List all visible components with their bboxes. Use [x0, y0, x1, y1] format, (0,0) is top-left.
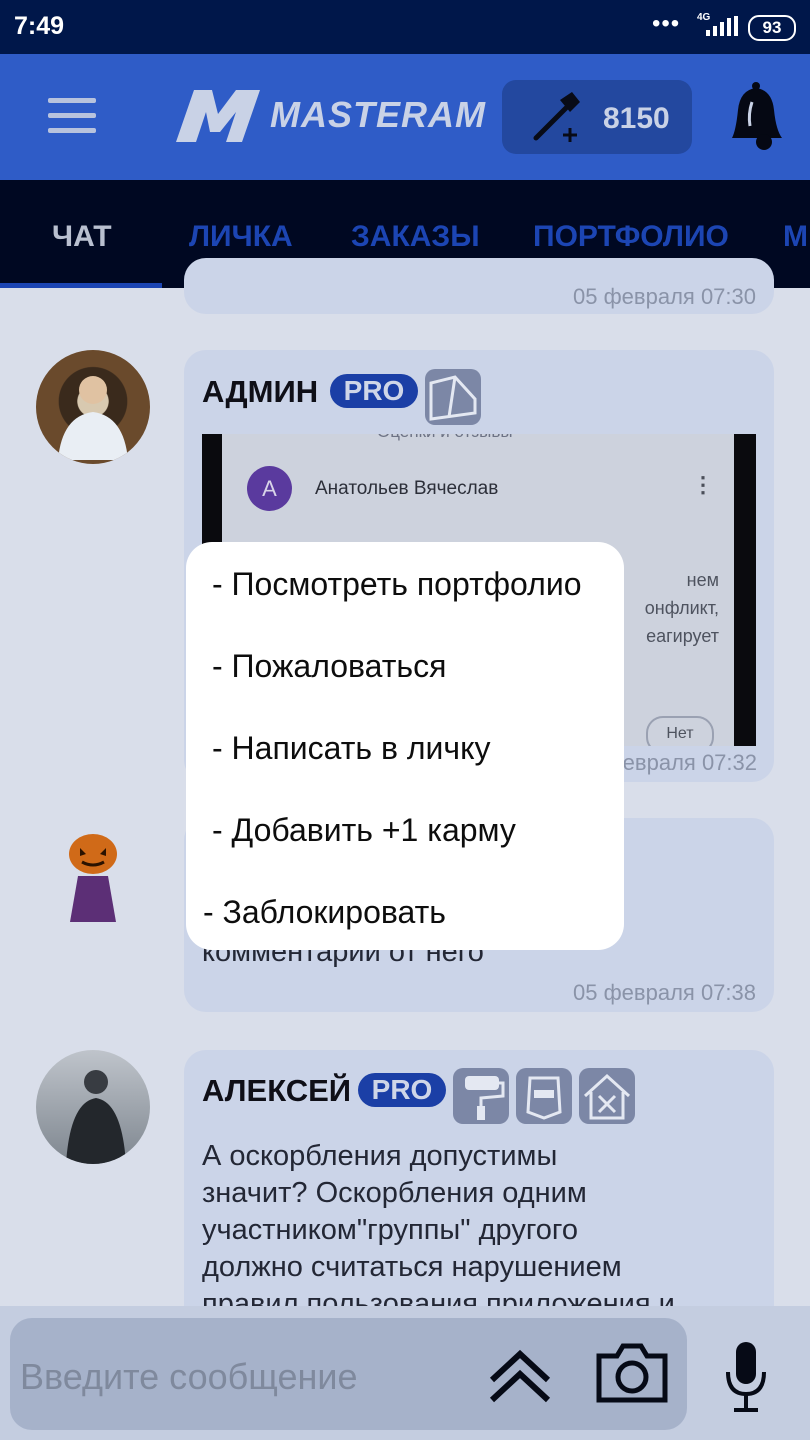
- pumpkin-character-icon: [69, 834, 117, 922]
- score-button[interactable]: 8150: [502, 80, 692, 154]
- pro-badge: PRO: [330, 374, 418, 408]
- battery-icon: 93: [748, 15, 796, 41]
- menu-item-add-karma[interactable]: - Добавить +1 карму: [212, 812, 516, 849]
- message-timestamp: 05 февраля 07:38: [573, 980, 756, 1005]
- tab-personal[interactable]: ЛИЧКА: [189, 220, 293, 254]
- specialty-icon: [425, 369, 481, 425]
- author-name[interactable]: АДМИН: [202, 374, 318, 410]
- logo-mark-icon: [176, 90, 260, 142]
- logo-text: MASTERAM: [270, 94, 486, 135]
- welding-mask-icon: [516, 1068, 572, 1124]
- message-bubble[interactable]: 05 февраля 07:30: [184, 258, 774, 314]
- message-text-line: участником"группы" другого: [202, 1214, 578, 1246]
- message-text-line: правил пользования приложения и: [202, 1288, 675, 1306]
- avatar[interactable]: [36, 818, 150, 932]
- hammer-plus-icon: [533, 92, 580, 142]
- camera-icon[interactable]: [595, 1342, 669, 1404]
- microphone-icon[interactable]: [724, 1340, 768, 1414]
- attachment-text-line: нем: [686, 570, 719, 590]
- tab-portfolio[interactable]: ПОРТФОЛИО: [533, 220, 729, 254]
- score-value: 8150: [603, 102, 670, 135]
- tab-more[interactable]: М: [783, 220, 808, 254]
- message-input-placeholder: Введите сообщение: [20, 1356, 358, 1397]
- person-photo-icon: [66, 1070, 126, 1164]
- message-text-line: значит? Оскорбления одним: [202, 1177, 587, 1209]
- message-timestamp: 05 февраля 07:30: [573, 284, 756, 309]
- bell-icon[interactable]: [722, 82, 788, 152]
- app-header: MASTERAM 8150: [0, 54, 810, 180]
- attachment-no-button: Нет: [646, 716, 714, 746]
- menu-item-view-portfolio[interactable]: - Посмотреть портфолио: [212, 566, 581, 603]
- attachment-title: Оценки и отзывы: [377, 434, 513, 442]
- avatar[interactable]: [36, 350, 150, 464]
- pro-badge: PRO: [358, 1073, 446, 1107]
- attachment-text-line: онфликт,: [644, 598, 719, 618]
- avatar[interactable]: [36, 1050, 150, 1164]
- paint-roller-icon: [453, 1068, 509, 1124]
- message-input[interactable]: Введите сообщение: [10, 1318, 687, 1430]
- message-text-line: А оскорбления допустимы: [202, 1140, 558, 1172]
- signal-icon: [706, 16, 738, 36]
- status-time: 7:49: [14, 12, 65, 40]
- attachment-name: Анатольев Вячеслав: [315, 478, 499, 499]
- attachment-avatar: А: [247, 466, 292, 511]
- tab-chat[interactable]: ЧАТ: [52, 220, 112, 254]
- menu-item-block[interactable]: - Заблокировать: [203, 894, 446, 931]
- status-bar: 7:49 ••• 4G 93: [0, 0, 810, 54]
- menu-item-report[interactable]: - Пожаловаться: [212, 648, 446, 685]
- message-composer: Введите сообщение: [0, 1306, 810, 1440]
- app-logo: MASTERAM: [172, 86, 502, 144]
- author-name[interactable]: АЛЕКСЕЙ: [202, 1073, 351, 1109]
- scroll-up-icon[interactable]: [488, 1346, 552, 1406]
- house-tools-icon: [579, 1068, 635, 1124]
- hamburger-menu-icon[interactable]: [48, 98, 96, 134]
- active-tab-indicator: [0, 283, 162, 288]
- tab-orders[interactable]: ЗАКАЗЫ: [351, 220, 480, 254]
- more-vert-icon: ⋮: [692, 472, 714, 497]
- attachment-text-line: еагирует: [646, 626, 719, 646]
- person-photo-icon: [58, 376, 128, 460]
- context-menu: - Посмотреть портфолио - Пожаловаться - …: [186, 542, 624, 950]
- message-text-line: должно считаться нарушением: [202, 1251, 622, 1283]
- menu-item-private-message[interactable]: - Написать в личку: [212, 730, 490, 767]
- more-notifications-icon: •••: [652, 10, 681, 37]
